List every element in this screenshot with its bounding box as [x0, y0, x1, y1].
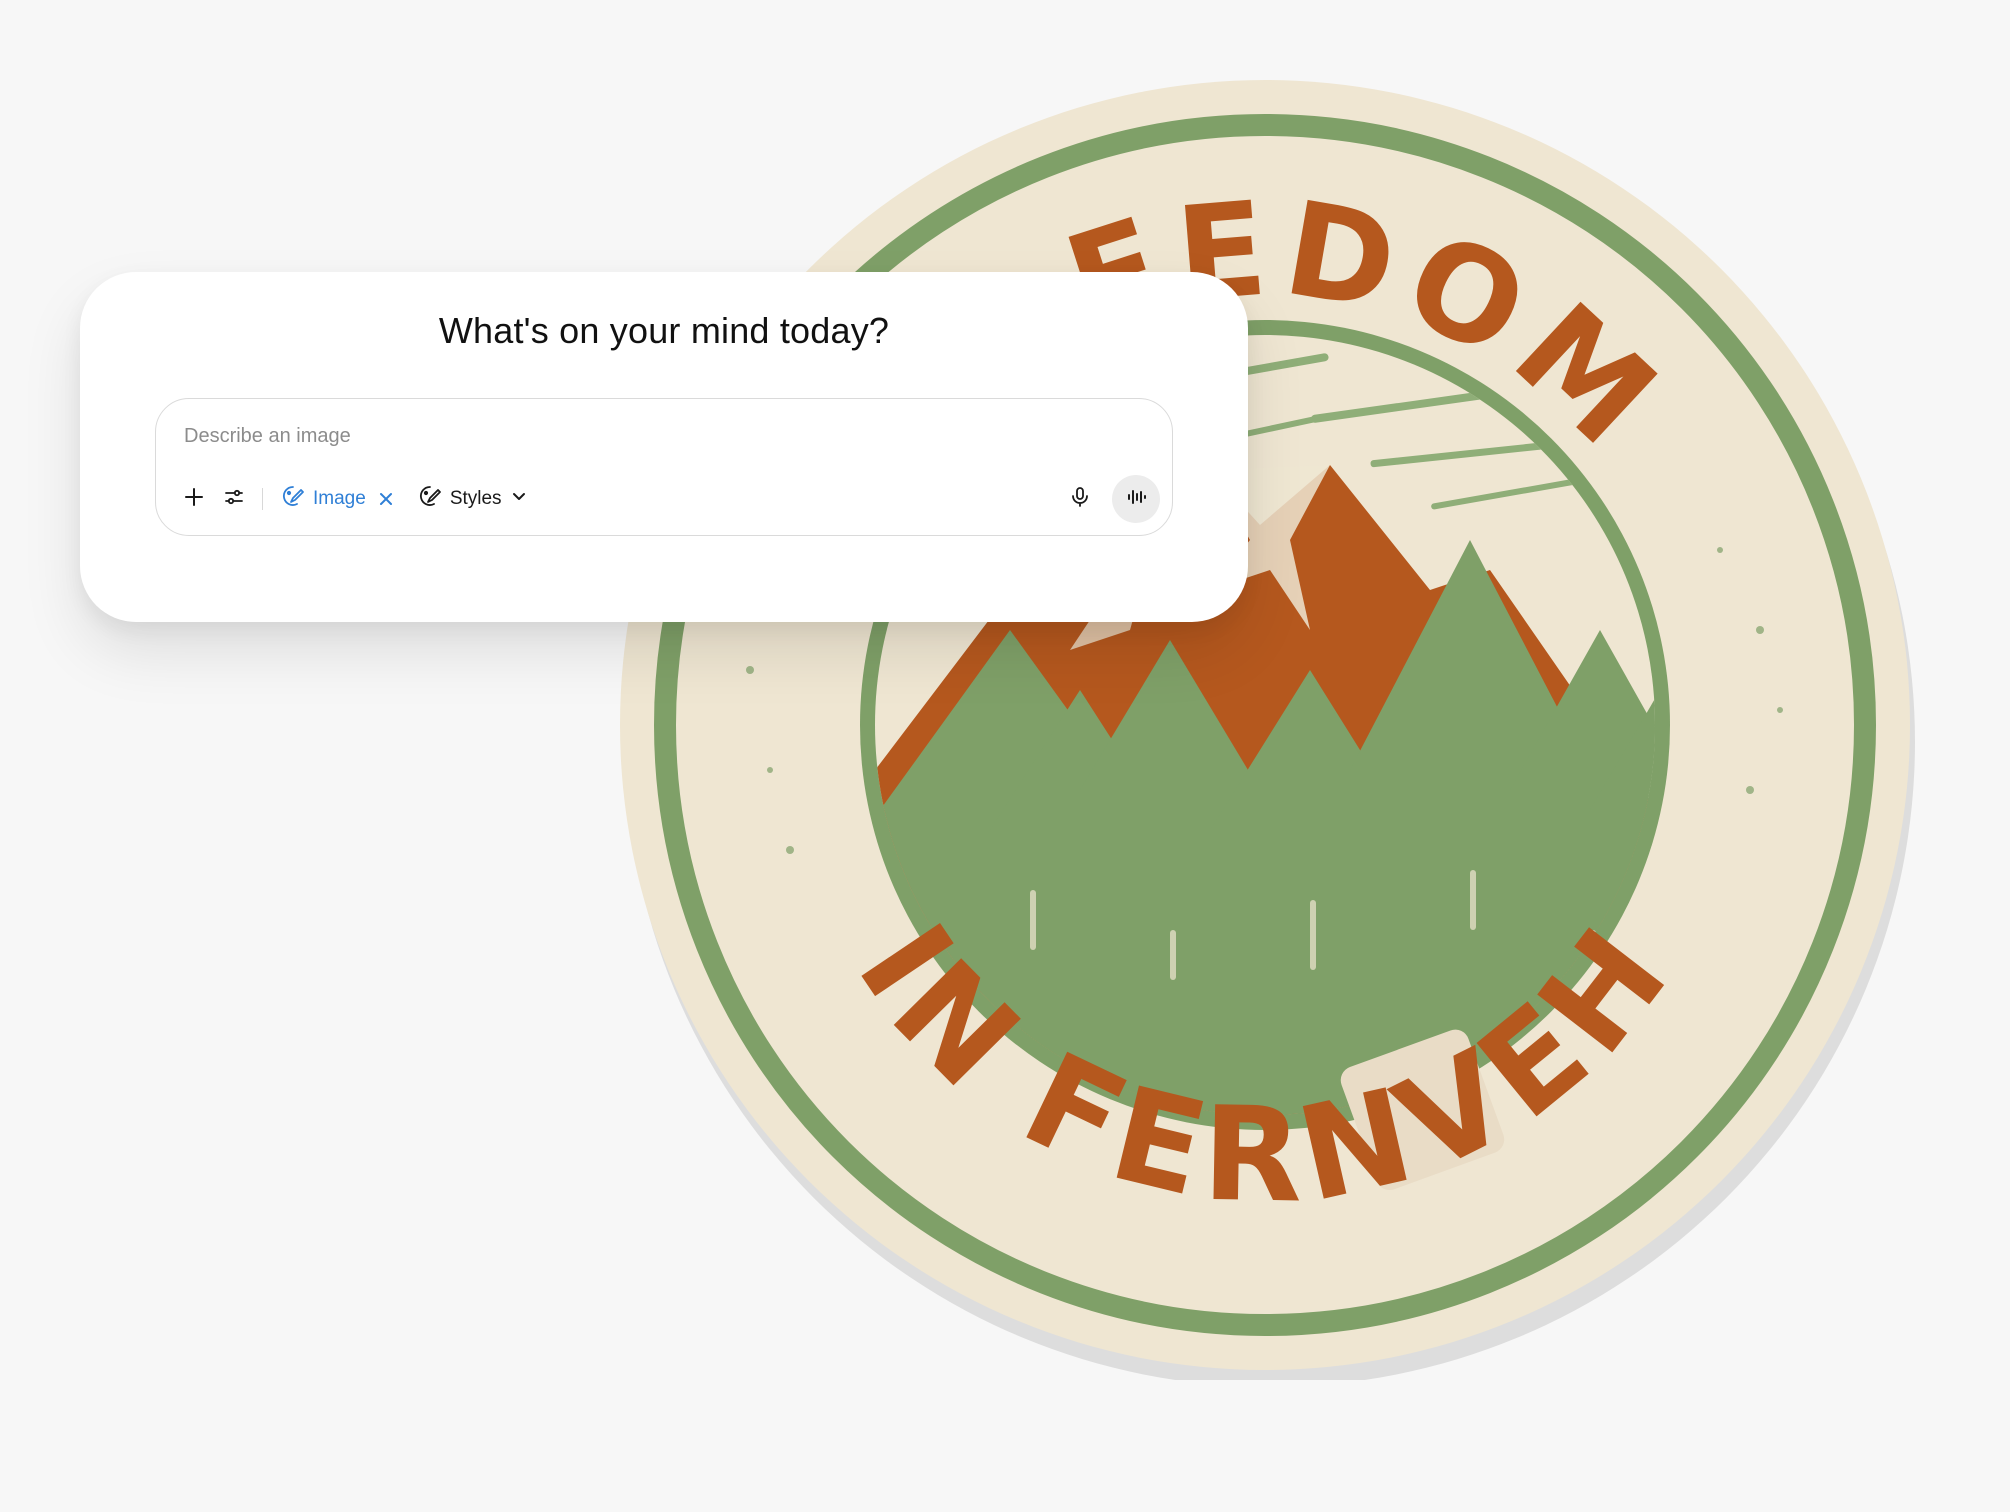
badge-artwork: FREEDOM IN FERNVEH — [610, 70, 1920, 1380]
prompt-input[interactable] — [182, 417, 886, 455]
close-icon[interactable] — [378, 491, 394, 507]
palette-icon — [418, 484, 442, 514]
chevron-down-icon — [510, 487, 528, 511]
image-chip[interactable]: Image — [273, 479, 402, 519]
prompt-card: What's on your mind today? Describe an i… — [80, 272, 1248, 622]
toolbar-divider — [262, 488, 263, 510]
image-chip-label: Image — [313, 488, 366, 509]
add-button[interactable] — [174, 479, 214, 519]
image-brush-icon — [281, 484, 305, 514]
composer-toolbar: Image Styles — [174, 475, 1160, 523]
styles-chip-label: Styles — [449, 488, 502, 509]
badge-illustration: FREEDOM IN FERNVEH — [620, 80, 1915, 1380]
voice-waveform-icon — [1124, 485, 1148, 514]
tools-button[interactable] — [214, 479, 254, 519]
page-title: What's on your mind today? — [438, 310, 890, 351]
sliders-icon — [222, 485, 246, 514]
styles-dropdown[interactable]: Styles — [410, 479, 536, 519]
plus-icon — [182, 485, 206, 514]
composer[interactable]: Image Styles — [155, 398, 1173, 536]
voice-mode-button[interactable] — [1112, 475, 1160, 523]
microphone-icon — [1068, 485, 1092, 514]
dictate-button[interactable] — [1060, 479, 1100, 519]
